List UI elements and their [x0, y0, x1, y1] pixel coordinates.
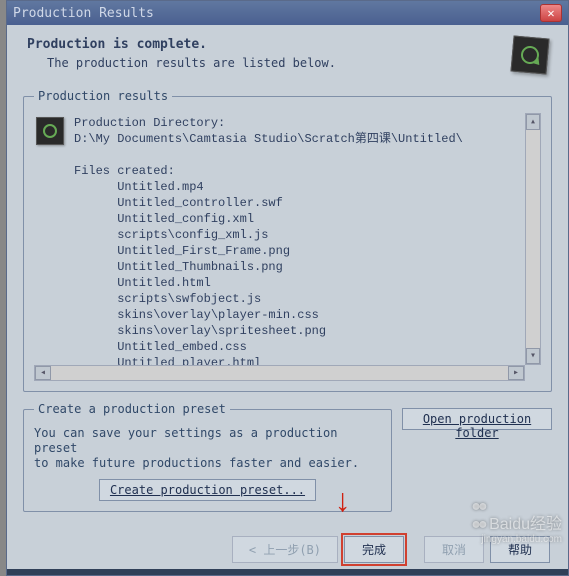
header-section: Production is complete. The production r… [23, 37, 552, 73]
results-text: Production Directory: D:\My Documents\Ca… [74, 115, 463, 381]
camtasia-icon [510, 35, 549, 74]
production-results-group: Production results Production Directory:… [23, 89, 552, 392]
cancel-button[interactable]: 取消 [424, 536, 484, 563]
bottom-strip [7, 569, 568, 575]
window-content: Production is complete. The production r… [7, 25, 568, 575]
preset-description: You can save your settings as a producti… [34, 426, 381, 471]
scroll-down-button[interactable]: ▾ [526, 348, 540, 364]
header-subtitle: The production results are listed below. [47, 56, 336, 70]
vertical-scrollbar[interactable]: ▴ ▾ [525, 113, 541, 365]
close-icon: ✕ [547, 6, 554, 21]
production-results-window: Production Results ✕ Production is compl… [6, 0, 569, 576]
scroll-right-button[interactable]: ▸ [508, 366, 524, 380]
create-preset-group: Create a production preset You can save … [23, 402, 392, 512]
results-textbox[interactable]: Production Directory: D:\My Documents\Ca… [34, 113, 541, 381]
camtasia-icon-small [36, 117, 64, 145]
help-button[interactable]: 帮助 [490, 536, 550, 563]
finish-button[interactable]: 完成 [344, 536, 404, 563]
scroll-left-button[interactable]: ◂ [35, 366, 51, 380]
close-button[interactable]: ✕ [540, 4, 562, 22]
wizard-buttons: < 上一步(B) 完成 取消 帮助 [23, 536, 552, 563]
window-title: Production Results [13, 6, 540, 21]
titlebar: Production Results ✕ [7, 1, 568, 25]
create-preset-button[interactable]: Create production preset... [99, 479, 316, 501]
preset-legend: Create a production preset [34, 402, 230, 416]
scroll-up-button[interactable]: ▴ [526, 114, 540, 130]
results-legend: Production results [34, 89, 172, 103]
open-production-folder-button[interactable]: Open production folder [402, 408, 552, 430]
horizontal-scrollbar[interactable]: ◂ ▸ [34, 365, 525, 381]
back-button[interactable]: < 上一步(B) [232, 536, 338, 563]
header-title: Production is complete. [27, 37, 336, 52]
